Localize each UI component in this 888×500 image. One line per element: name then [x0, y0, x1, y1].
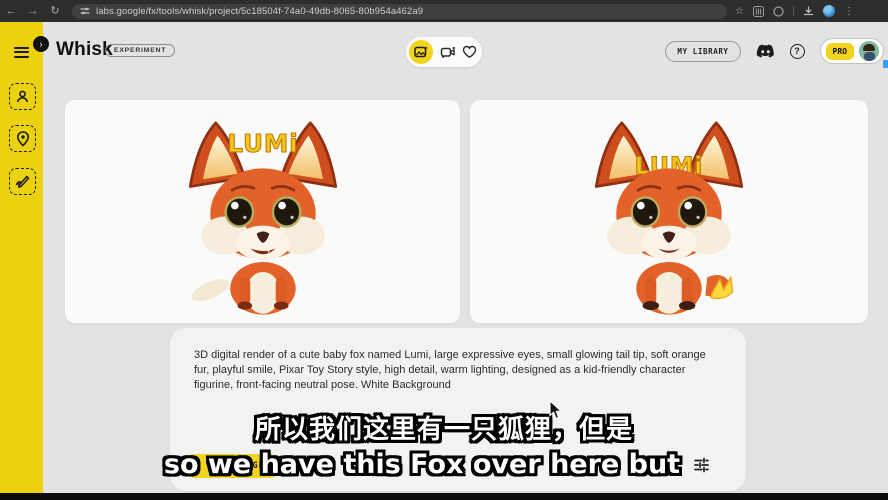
image-sparkle-icon [414, 45, 428, 59]
add-image-button[interactable]: › ADD IMAGE [183, 454, 281, 478]
toolbar-divider [793, 6, 794, 16]
menu-hamburger-icon[interactable] [14, 44, 29, 60]
pro-badge: PRO [826, 43, 854, 60]
help-icon[interactable]: ? [790, 44, 805, 59]
forward-icon[interactable]: → [22, 0, 44, 22]
extension-circle-icon[interactable] [773, 6, 784, 17]
prompt-text[interactable]: 3D digital render of a cute baby fox nam… [194, 348, 716, 394]
mouse-cursor [549, 400, 563, 420]
pen-icon [15, 175, 31, 189]
sidebar-item-subject[interactable] [9, 83, 36, 110]
image-mode-button[interactable] [409, 40, 433, 64]
edge-accent [883, 60, 888, 68]
location-pin-icon [16, 131, 30, 147]
add-image-chevron-icon: › [195, 460, 203, 473]
fox-illustration-right: LUMi [569, 110, 769, 323]
site-info-icon[interactable] [80, 6, 90, 16]
whisk-app-window: ← → ↻ labs.google/fx/tools/whisk/project… [0, 0, 888, 500]
experiment-badge: EXPERIMENT [105, 44, 175, 57]
url-text: labs.google/fx/tools/whisk/project/5c185… [96, 6, 423, 17]
settings-sliders-icon[interactable] [693, 457, 710, 473]
sidebar-item-style[interactable] [9, 168, 36, 195]
browser-menu-icon[interactable]: ⋮ [844, 6, 854, 17]
person-icon [15, 89, 30, 104]
bookmark-star-icon[interactable]: ☆ [735, 6, 744, 17]
bottom-letterbox [0, 493, 888, 500]
prompt-actions [652, 457, 710, 473]
download-icon[interactable] [803, 6, 814, 17]
browser-profile-avatar[interactable] [823, 5, 835, 17]
my-library-button[interactable]: MY LIBRARY [665, 41, 740, 62]
generated-image-right[interactable]: LUMi [470, 100, 868, 323]
heart-icon [462, 45, 477, 59]
address-bar[interactable]: labs.google/fx/tools/whisk/project/5c185… [72, 4, 727, 19]
discord-icon[interactable] [756, 44, 775, 59]
prompt-card: 3D digital render of a cute baby fox nam… [170, 328, 746, 491]
favorites-button[interactable] [462, 45, 477, 59]
video-mode-button[interactable] [440, 45, 456, 59]
generated-image-left[interactable]: LUMi [65, 100, 460, 323]
add-image-label: ADD IMAGE [210, 461, 265, 471]
browser-actions: ☆ ⋮ [735, 5, 854, 17]
aspect-ratio-icon[interactable] [652, 458, 667, 473]
account-chip[interactable]: PRO [820, 38, 884, 64]
video-camera-icon [440, 45, 456, 59]
mode-toolbar [406, 37, 482, 67]
user-avatar[interactable] [859, 41, 879, 61]
header-actions: MY LIBRARY ? PRO [665, 38, 884, 64]
sidebar-expand-chevron[interactable]: › [33, 36, 49, 52]
reload-icon[interactable]: ↻ [44, 0, 66, 22]
back-icon[interactable]: ← [0, 0, 22, 22]
browser-toolbar: ← → ↻ labs.google/fx/tools/whisk/project… [0, 0, 888, 22]
fox-name-overlay: LUMi [227, 129, 298, 158]
fox-illustration-left: LUMi [163, 110, 363, 323]
tab-groups-icon[interactable] [753, 6, 764, 17]
left-sidebar [0, 22, 43, 500]
sidebar-item-scene[interactable] [9, 125, 36, 152]
